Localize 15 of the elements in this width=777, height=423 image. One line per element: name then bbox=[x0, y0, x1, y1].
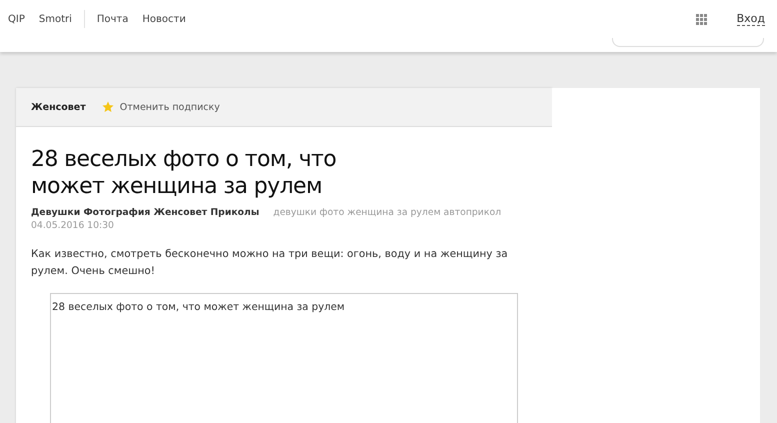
article-date: 04.05.2016 10:30 bbox=[31, 220, 115, 231]
service-link[interactable]: Новости bbox=[142, 14, 186, 24]
unsubscribe-link[interactable]: Отменить подписку bbox=[120, 102, 220, 112]
article-categories[interactable]: Девушки Фотография Женсовет Приколы bbox=[31, 207, 260, 218]
article-lead: Как известно, смотреть бесконечно можно на три вещи: огонь, воду и на женщину за рулем. Очень смешно! bbox=[31, 247, 509, 279]
embed-title: 28 веселых фото о том, что может женщина за рулем bbox=[51, 302, 345, 313]
article-title: 28 веселых фото о том, что может женщина за рулем bbox=[31, 146, 338, 200]
star-icon bbox=[102, 101, 114, 113]
top-link[interactable]: QIP bbox=[8, 14, 25, 24]
top-link[interactable]: Smotri bbox=[38, 14, 72, 24]
apps-grid-icon[interactable] bbox=[696, 14, 707, 24]
channel-name[interactable]: Женсовет bbox=[31, 102, 86, 112]
login-link[interactable]: Вход bbox=[736, 12, 765, 26]
search-field[interactable] bbox=[612, 38, 764, 47]
service-link[interactable]: Почта bbox=[96, 14, 128, 24]
